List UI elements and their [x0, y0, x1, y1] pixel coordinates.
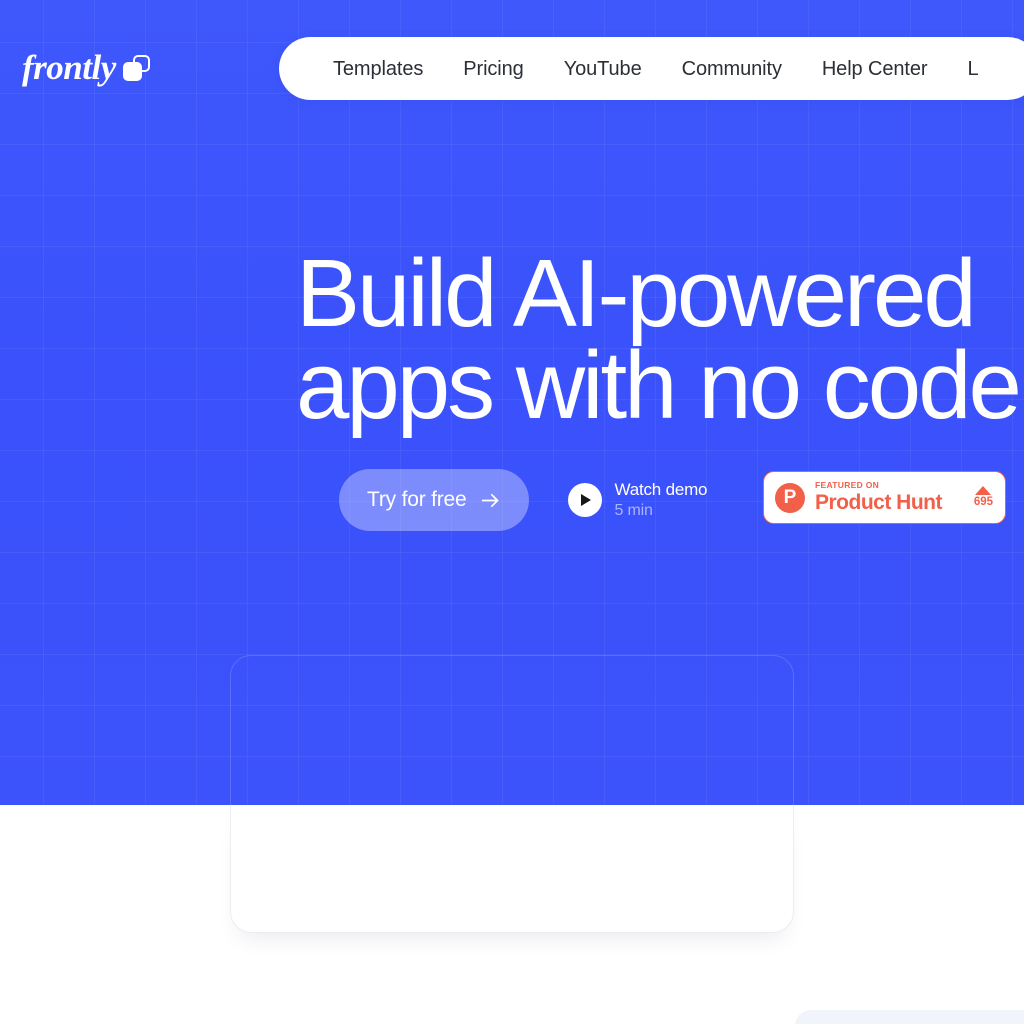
watch-demo-button[interactable]: Watch demo 5 min — [567, 480, 708, 520]
headline-line-2: apps with no code — [296, 332, 1022, 439]
product-hunt-kicker: FEATURED ON — [815, 479, 880, 490]
try-for-free-label: Try for free — [367, 488, 467, 511]
watch-demo-title: Watch demo — [614, 479, 708, 499]
product-hunt-upvote-count: 695 — [973, 496, 993, 509]
nav-item-community[interactable]: Community — [662, 59, 802, 79]
brand-name: frontly — [22, 48, 116, 87]
nav-item-templates[interactable]: Templates — [313, 59, 443, 79]
nav-item-pricing[interactable]: Pricing — [443, 59, 543, 79]
nav-item-help-center[interactable]: Help Center — [802, 59, 948, 79]
try-for-free-button[interactable]: Try for free — [339, 469, 529, 531]
landing-page: frontly Templates Pricing YouTube Commun… — [0, 0, 1024, 1024]
product-hunt-badge[interactable]: P FEATURED ON Product Hunt 695 — [763, 471, 1006, 524]
nav-item-login[interactable]: L — [947, 59, 998, 79]
stacked-squares-icon — [122, 54, 150, 81]
caret-up-icon — [975, 486, 992, 496]
hero-cta-row: Try for free Watch demo 5 min — [339, 469, 708, 531]
top-bar: frontly Templates Pricing YouTube Commun… — [0, 0, 1024, 140]
watch-demo-duration: 5 min — [614, 501, 653, 519]
play-icon — [567, 483, 602, 517]
headline-line-1: Build AI-powered — [296, 240, 977, 347]
primary-nav: Templates Pricing YouTube Community Help… — [279, 37, 1024, 100]
product-hunt-logo-icon: P — [775, 482, 805, 513]
product-hunt-text: FEATURED ON Product Hunt — [815, 479, 942, 515]
watch-demo-text: Watch demo 5 min — [615, 480, 708, 520]
product-hunt-upvote[interactable]: 695 — [974, 486, 993, 509]
nav-item-youtube[interactable]: YouTube — [544, 59, 662, 79]
brand-logo[interactable]: frontly — [22, 50, 150, 85]
product-hunt-name: Product Hunt — [815, 491, 942, 515]
bottom-right-panel — [795, 1010, 1024, 1024]
arrow-right-icon — [480, 490, 501, 511]
app-preview-card-body — [230, 805, 794, 933]
hero-headline: Build AI-powered apps with no code — [296, 240, 1024, 439]
